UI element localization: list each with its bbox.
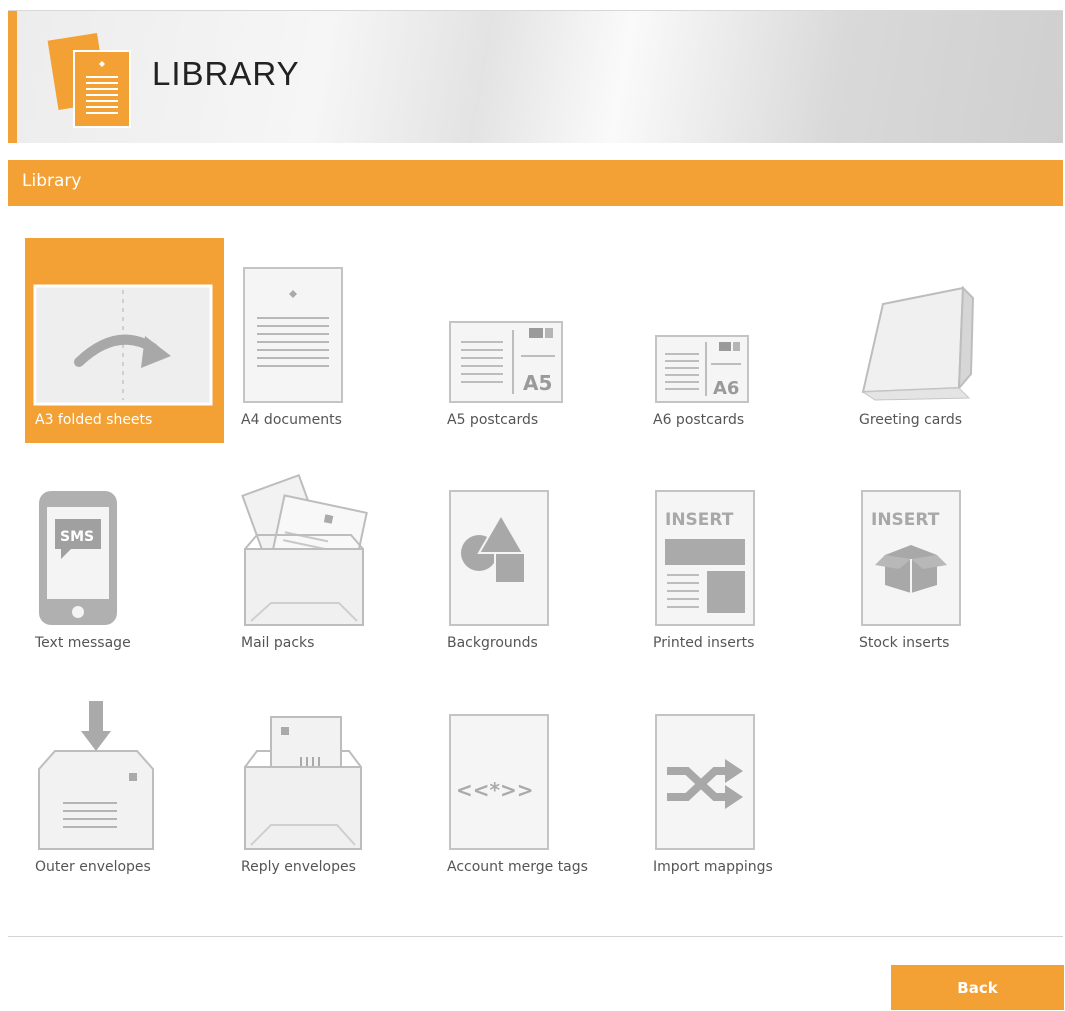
- library-item-greeting-cards[interactable]: Greeting cards: [849, 238, 1048, 443]
- library-item-label: Reply envelopes: [241, 859, 356, 875]
- a4-document-icon: [243, 267, 343, 403]
- shuffle-icon: [655, 714, 755, 850]
- library-item-backgrounds[interactable]: Backgrounds: [437, 461, 636, 666]
- printed-insert-icon: INSERT: [655, 490, 755, 626]
- library-item-label: Stock inserts: [859, 635, 950, 651]
- library-item-a3-folded-sheets[interactable]: A3 folded sheets: [25, 238, 224, 443]
- folded-sheet-icon: [33, 284, 213, 406]
- reply-envelope-icon: [244, 716, 362, 850]
- stock-insert-icon: INSERT: [861, 490, 961, 626]
- header-accent-bar: [8, 11, 17, 143]
- library-item-label: A3 folded sheets: [35, 412, 153, 428]
- library-item-printed-inserts[interactable]: INSERT Printed inserts: [643, 461, 842, 666]
- app-header: LIBRARY: [8, 10, 1063, 143]
- library-item-label: A6 postcards: [653, 412, 745, 428]
- library-grid: A3 folded sheets A4 documents A5 A5 post…: [8, 206, 1063, 937]
- library-item-label: A4 documents: [241, 412, 342, 428]
- library-item-a4-documents[interactable]: A4 documents: [231, 238, 430, 443]
- svg-text:INSERT: INSERT: [871, 510, 940, 530]
- library-item-label: Printed inserts: [653, 635, 755, 651]
- back-button[interactable]: Back: [891, 965, 1064, 1010]
- library-item-reply-envelopes[interactable]: Reply envelopes: [231, 685, 430, 890]
- outer-envelope-icon: [38, 701, 154, 850]
- a5-postcard-icon: A5: [449, 321, 563, 403]
- library-item-outer-envelopes[interactable]: Outer envelopes: [25, 685, 224, 890]
- library-item-label: Backgrounds: [447, 635, 538, 651]
- svg-text:<<*>>: <<*>>: [456, 778, 534, 802]
- library-item-a5-postcards[interactable]: A5 A5 postcards: [437, 238, 636, 443]
- library-item-account-merge-tags[interactable]: <<*>> Account merge tags: [437, 685, 636, 890]
- library-item-text-message[interactable]: SMS Text message: [25, 461, 224, 666]
- library-item-stock-inserts[interactable]: INSERT Stock inserts: [849, 461, 1048, 666]
- library-item-label: Mail packs: [241, 635, 315, 651]
- mail-pack-icon: [241, 473, 368, 626]
- greeting-card-icon: [861, 285, 975, 401]
- library-item-mail-packs[interactable]: Mail packs: [231, 461, 430, 666]
- svg-text:SMS: SMS: [60, 529, 94, 545]
- sms-phone-icon: SMS: [39, 491, 117, 625]
- section-title: Library: [22, 171, 82, 191]
- library-item-import-mappings[interactable]: Import mappings: [643, 685, 842, 890]
- library-item-label: Text message: [35, 635, 131, 651]
- library-item-a6-postcards[interactable]: A6 A6 postcards: [643, 238, 842, 443]
- svg-text:A6: A6: [713, 378, 739, 399]
- svg-text:INSERT: INSERT: [665, 510, 734, 530]
- background-shapes-icon: [449, 490, 549, 626]
- a6-postcard-icon: A6: [655, 335, 749, 403]
- section-header: Library: [8, 160, 1063, 206]
- library-item-label: Outer envelopes: [35, 859, 151, 875]
- library-logo-icon: [47, 32, 131, 128]
- app-title: LIBRARY: [152, 55, 300, 92]
- svg-text:A5: A5: [523, 371, 552, 395]
- library-item-label: Import mappings: [653, 859, 773, 875]
- library-item-label: Greeting cards: [859, 412, 963, 428]
- library-item-label: A5 postcards: [447, 412, 539, 428]
- library-item-label: Account merge tags: [447, 859, 588, 875]
- merge-tag-icon: <<*>>: [449, 714, 549, 850]
